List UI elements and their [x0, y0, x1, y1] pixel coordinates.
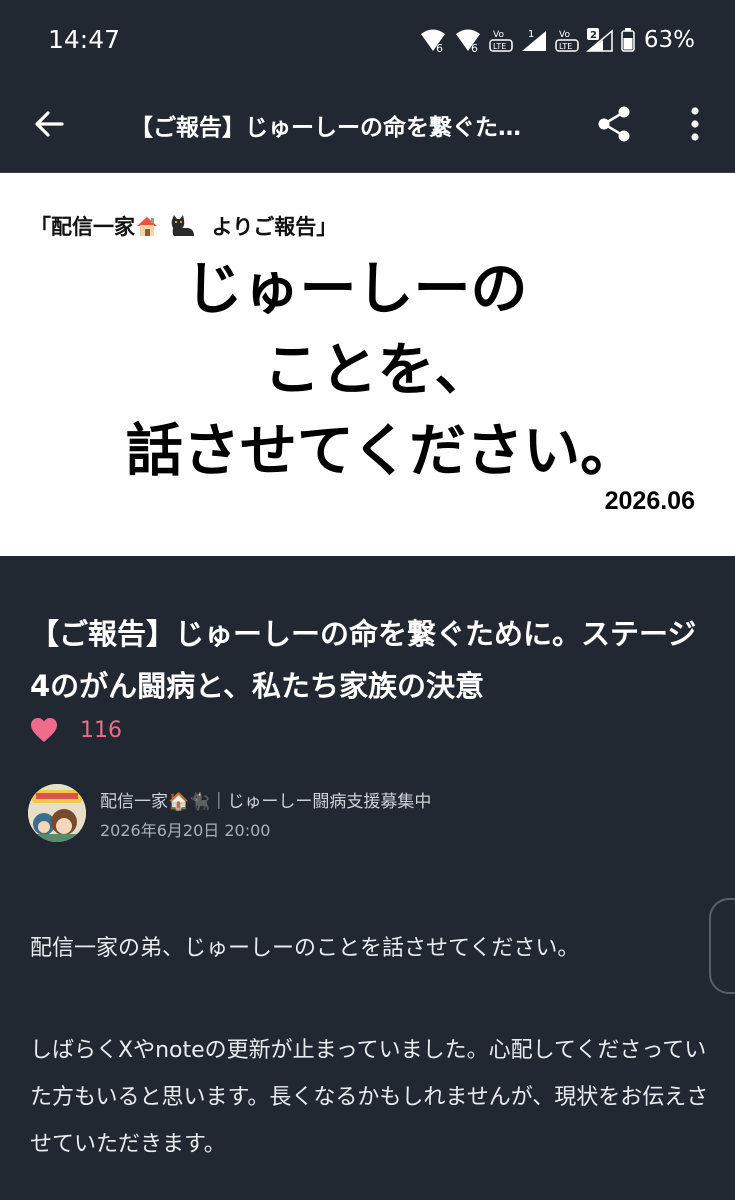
header-headline: じゅーしーの ことを、 話させてください。	[0, 249, 735, 492]
volte-icon: Vo LTE	[489, 30, 513, 52]
svg-text:6: 6	[471, 42, 478, 53]
share-icon[interactable]	[594, 102, 634, 146]
wifi-6-icon: 6	[420, 29, 445, 53]
header-headline-line-2: ことを、	[263, 337, 492, 403]
status-bar: 14:47 6 6 Vo LTE 1 Vo LTE 2 63%	[0, 0, 735, 82]
header-kicker-prefix: 「配信一家	[30, 215, 135, 239]
svg-text:Vo: Vo	[493, 30, 504, 40]
battery-percent: 63%	[643, 27, 695, 53]
paragraph: 配信一家の弟、じゅーしーのことを話させてください。	[30, 936, 580, 961]
like-count: 116	[80, 717, 122, 743]
heart-icon[interactable]	[30, 717, 58, 743]
svg-text:1: 1	[528, 29, 534, 40]
app-bar: 【ご報告】じゅーしーの命を繋ぐた…	[0, 82, 735, 173]
scroll-handle[interactable]	[709, 898, 735, 994]
author-block: 配信一家🏠🐈‍⬛｜じゅーしー闘病支援募集中 2026年6月20日 20:00	[28, 784, 708, 844]
header-kicker: 「配信一家 よりご報告」	[30, 211, 337, 241]
avatar-image	[28, 784, 86, 842]
battery-icon	[621, 28, 635, 52]
like-button[interactable]: 116	[30, 712, 122, 748]
header-headline-line-1: じゅーしーの	[185, 256, 528, 322]
house-icon	[137, 217, 157, 236]
paragraph: しばらくXやnoteの更新が止まっていました。心配してくださっていた方もいると思…	[30, 1038, 709, 1157]
status-icons: 6 6 Vo LTE 1 Vo LTE 2 63%	[419, 24, 695, 56]
svg-text:Vo: Vo	[559, 30, 570, 40]
svg-text:LTE: LTE	[559, 42, 572, 51]
black-cat-icon	[171, 215, 195, 236]
volte-icon: Vo LTE	[555, 30, 579, 52]
header-headline-line-3: 話させてください。	[125, 418, 638, 484]
header-image: 「配信一家 よりご報告」 じゅーしーの ことを、 話させてください。 2026.…	[0, 173, 735, 556]
wifi-6-icon: 6	[455, 29, 480, 53]
header-date: 2026.06	[604, 487, 695, 515]
signal-icon: 1	[521, 29, 546, 51]
publish-date: 2026年6月20日 20:00	[100, 821, 271, 840]
status-time: 14:47	[48, 25, 121, 54]
signal-icon: 2	[585, 28, 613, 52]
more-vert-icon[interactable]	[680, 102, 710, 146]
article-title: 【ご報告】じゅーしーの命を繋ぐために。ステージ4のがん闘病と、私たち家族の決意	[30, 617, 697, 703]
svg-text:6: 6	[436, 42, 443, 53]
avatar[interactable]	[28, 784, 86, 842]
app-bar-title: 【ご報告】じゅーしーの命を繋ぐた…	[130, 115, 521, 141]
author-name[interactable]: 配信一家🏠🐈‍⬛｜じゅーしー闘病支援募集中	[100, 787, 431, 812]
header-kicker-suffix: よりご報告」	[211, 215, 338, 239]
svg-text:LTE: LTE	[493, 42, 506, 51]
svg-text:2: 2	[590, 30, 597, 41]
back-arrow-icon[interactable]	[30, 104, 70, 144]
